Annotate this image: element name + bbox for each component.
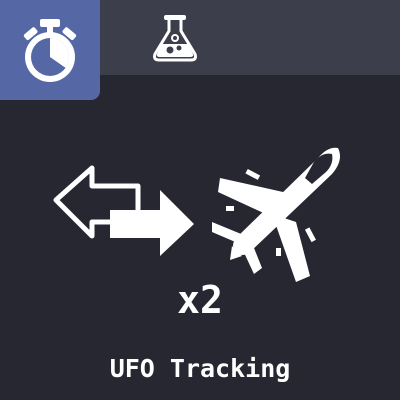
- card-title: UFO Tracking: [109, 354, 291, 383]
- multiplier-label: x2: [177, 278, 223, 322]
- upgrade-card: x2 UFO Tracking: [0, 0, 400, 400]
- jet-plane-icon: [212, 147, 340, 282]
- card-art: [53, 147, 340, 282]
- swap-arrows-icon: [53, 165, 194, 256]
